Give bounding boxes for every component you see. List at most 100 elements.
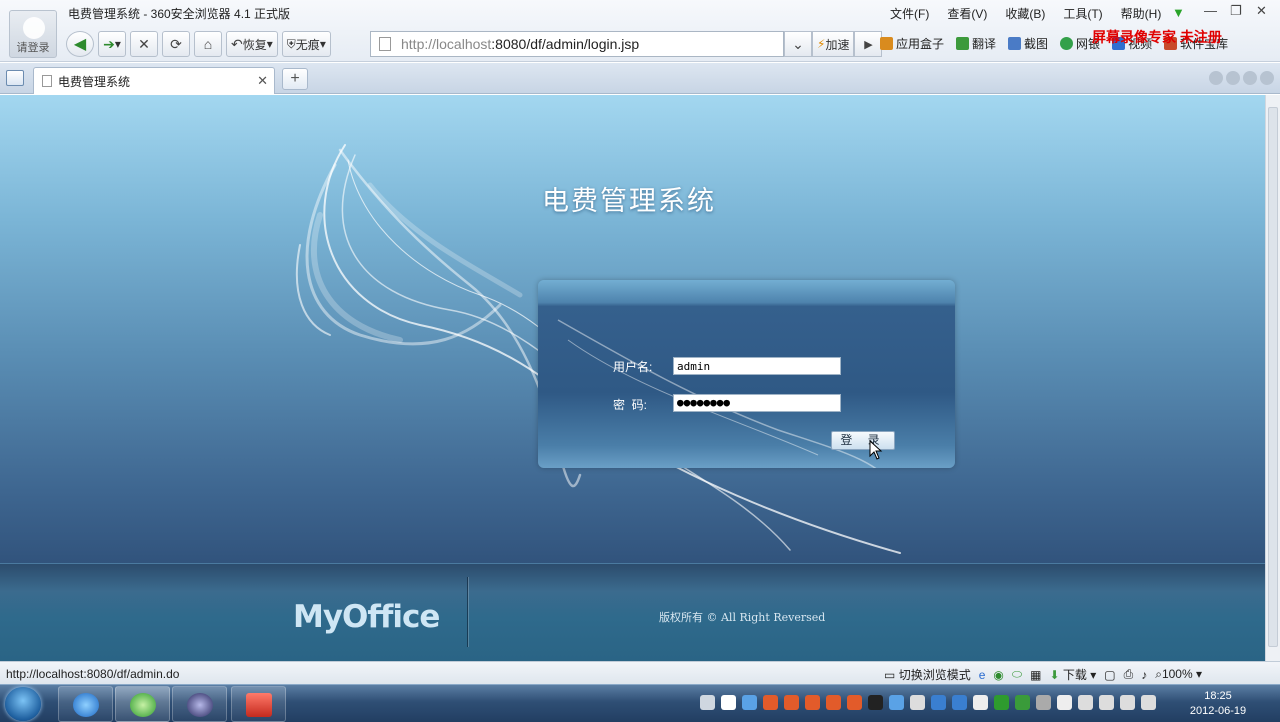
login-avatar[interactable]: 请登录 xyxy=(9,10,57,58)
tray-app-icon[interactable] xyxy=(910,695,925,710)
translate-button[interactable]: 翻译 xyxy=(956,35,996,52)
tray-app-icon[interactable] xyxy=(721,695,736,710)
qq-icon[interactable] xyxy=(805,695,820,710)
forward-button[interactable]: ➔ ▾ xyxy=(98,31,126,57)
volume-icon[interactable]: ♪ xyxy=(1141,668,1147,682)
new-tab-button[interactable]: + xyxy=(282,68,308,90)
menu-tools[interactable]: 工具(T) xyxy=(1063,5,1102,22)
restore-button[interactable]: ↶ 恢复 ▾ xyxy=(226,31,278,57)
browser-360-icon[interactable] xyxy=(994,695,1009,710)
screenshot-button[interactable]: 截图 xyxy=(1008,35,1048,52)
address-dropdown-button[interactable]: ⌄ xyxy=(784,31,812,57)
system-tray xyxy=(700,695,1156,710)
tab-title: 电费管理系统 xyxy=(58,74,131,89)
myoffice-logo: MyOffice xyxy=(293,599,440,635)
flag-icon[interactable] xyxy=(1057,695,1072,710)
qq-icon[interactable] xyxy=(826,695,841,710)
menu-bar: 文件(F) 查看(V) 收藏(B) 工具(T) 帮助(H) xyxy=(890,5,1161,22)
start-button[interactable] xyxy=(5,687,41,721)
switch-mode-label: 切换浏览模式 xyxy=(898,668,971,682)
tray-app-icon[interactable] xyxy=(1036,695,1051,710)
shield-icon[interactable] xyxy=(952,695,967,710)
copyright-text: 版权所有 © All Right Reversed xyxy=(659,611,826,624)
taskbar-eclipse[interactable] xyxy=(172,686,227,722)
privacy-icon: ⛨ xyxy=(286,36,296,51)
taskbar-360browser[interactable] xyxy=(115,686,170,722)
app-box-button[interactable]: 应用盒子 xyxy=(880,35,944,52)
chevron-down-icon: ▾ xyxy=(266,37,273,51)
stop-button[interactable]: ✕ xyxy=(130,31,158,57)
network-icon[interactable] xyxy=(1099,695,1114,710)
app-box-label: 应用盒子 xyxy=(896,37,945,51)
clock-date: 2012-06-19 xyxy=(1189,705,1247,717)
play-icon: ▶ xyxy=(864,38,873,51)
address-host: http://localhost xyxy=(401,36,492,52)
tab-close-icon[interactable] xyxy=(1260,71,1274,85)
switch-mode-button[interactable]: ▭ 切换浏览模式 xyxy=(884,666,971,683)
tray-app-icon[interactable] xyxy=(1015,695,1030,710)
menu-favorites[interactable]: 收藏(B) xyxy=(1005,5,1045,22)
tab-active[interactable]: 电费管理系统 ✕ xyxy=(33,67,275,94)
taskbar-clock[interactable]: 18:25 2012-06-19 xyxy=(1186,689,1250,719)
tab-nav xyxy=(1209,71,1274,85)
login-button[interactable]: 登 录 xyxy=(831,431,895,450)
tray-app-icon[interactable] xyxy=(889,695,904,710)
refresh-button[interactable]: ⟳ xyxy=(162,31,190,57)
print-icon[interactable]: ⎙ xyxy=(1124,667,1134,682)
chevron-down-icon: ⌄ xyxy=(792,35,804,52)
translate-icon xyxy=(956,37,970,50)
close-tab-icon[interactable]: ✕ xyxy=(257,73,268,89)
go-button[interactable]: ▶ xyxy=(854,31,883,57)
username-input[interactable] xyxy=(673,357,841,375)
tray-app-icon[interactable] xyxy=(973,695,988,710)
password-input[interactable]: ●●●●●●●● xyxy=(673,394,841,412)
calculator-icon[interactable]: ▦ xyxy=(1030,668,1041,682)
taskbar-ie[interactable] xyxy=(58,686,113,722)
menu-file[interactable]: 文件(F) xyxy=(890,5,929,22)
menu-help[interactable]: 帮助(H) xyxy=(1121,5,1162,22)
qq-icon[interactable] xyxy=(847,695,862,710)
tab-prev-icon[interactable] xyxy=(1209,71,1223,85)
menu-view[interactable]: 查看(V) xyxy=(947,5,987,22)
tray-app-icon[interactable] xyxy=(1078,695,1093,710)
undo-icon: ↶ xyxy=(231,35,243,52)
username-label: 用户名: xyxy=(613,360,653,374)
zoom-control[interactable]: ⌕100% ▾ xyxy=(1155,667,1202,682)
keyboard-icon[interactable] xyxy=(700,695,715,710)
home-button[interactable]: ⌂ xyxy=(194,31,222,57)
vertical-scrollbar[interactable] xyxy=(1265,95,1280,661)
minimize-icon[interactable]: — xyxy=(1204,3,1217,18)
tab-menu-icon[interactable] xyxy=(6,70,24,86)
home-icon: ⌂ xyxy=(203,36,213,52)
address-bar[interactable]: http://localhost:8080/df/admin/login.jsp xyxy=(370,31,784,57)
qq-icon[interactable] xyxy=(784,695,799,710)
back-button[interactable]: ◀ xyxy=(66,31,94,57)
speedup-button[interactable]: ⚡ 加速 xyxy=(812,31,855,57)
restore-label: 恢复 xyxy=(242,37,267,52)
page-icon[interactable]: ▢ xyxy=(1104,668,1115,682)
back-arrow-icon: ◀ xyxy=(73,36,87,53)
tray-app-icon[interactable] xyxy=(1120,695,1135,710)
tab-list-icon[interactable] xyxy=(1243,71,1257,85)
skin-icon[interactable]: ▼ xyxy=(1172,5,1185,20)
close-window-icon[interactable]: ✕ xyxy=(1256,3,1267,19)
tray-app-icon[interactable] xyxy=(868,695,883,710)
ebank-icon xyxy=(1060,37,1074,50)
scrollbar-thumb[interactable] xyxy=(1268,107,1278,647)
volume-icon[interactable] xyxy=(1141,695,1156,710)
tray-app-icon[interactable] xyxy=(742,695,757,710)
maximize-icon[interactable]: ❐ xyxy=(1230,3,1242,19)
page-content: 电费管理系统 用户名: 密 码: ●●●●●●●● 登 录 MyOffice 版… xyxy=(0,95,1265,661)
browser-360-icon[interactable]: ◉ xyxy=(993,668,1003,682)
shield-icon[interactable] xyxy=(931,695,946,710)
taskbar-toolbox[interactable] xyxy=(231,686,286,722)
qq-icon[interactable] xyxy=(763,695,778,710)
stop-icon: ✕ xyxy=(138,35,150,52)
nav-toolbar: ◀ ➔ ▾ ✕ ⟳ ⌂ ↶ 恢复 ▾ ⛨ 无痕 ▾ xyxy=(66,31,331,57)
status-bar: http://localhost:8080/df/admin.do ▭ 切换浏览… xyxy=(0,661,1280,684)
tab-next-icon[interactable] xyxy=(1226,71,1240,85)
ie-icon[interactable]: e xyxy=(979,668,986,682)
toggle-switch-icon[interactable]: ⬭ xyxy=(1012,667,1022,682)
download-button[interactable]: ⬇ 下载 ▾ xyxy=(1049,666,1096,683)
privacy-mode-button[interactable]: ⛨ 无痕 ▾ xyxy=(281,31,331,57)
